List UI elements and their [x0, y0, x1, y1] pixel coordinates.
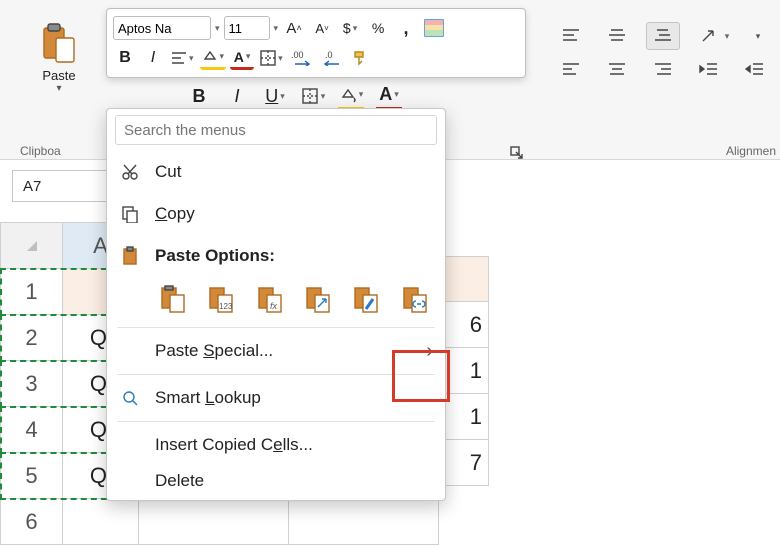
increase-decimal-button[interactable]: .00 — [289, 46, 315, 70]
scissors-icon — [119, 163, 141, 181]
font-color-button-ribbon[interactable]: A▾ — [376, 82, 402, 110]
select-all-corner[interactable] — [1, 223, 63, 269]
underline-button-ribbon[interactable]: U▾ — [262, 82, 288, 110]
align-button[interactable]: ▾ — [169, 46, 196, 70]
paste-option-formatting[interactable] — [348, 281, 384, 317]
clipboard-icon — [119, 246, 141, 266]
alignment-group: ▾ ▾ — [554, 22, 772, 84]
row-header-2[interactable]: 2 — [1, 315, 63, 361]
font-name-combo[interactable] — [113, 16, 211, 40]
align-bottom-button[interactable] — [646, 22, 680, 50]
copy-icon — [119, 205, 141, 223]
cell-E6[interactable] — [289, 499, 439, 545]
name-box-value: A7 — [13, 178, 51, 195]
bold-button[interactable]: B — [113, 46, 137, 70]
grow-font-button[interactable]: A˄ — [282, 16, 306, 40]
menu-search-input[interactable] — [115, 115, 437, 145]
italic-button-ribbon[interactable]: I — [224, 82, 250, 110]
row-header-6[interactable]: 6 — [1, 499, 63, 545]
decrease-decimal-button[interactable]: .0 — [319, 46, 345, 70]
align-center-button[interactable] — [600, 56, 634, 84]
cell-A6[interactable] — [63, 499, 139, 545]
paste-option-paste[interactable] — [155, 281, 191, 317]
paste-option-link[interactable] — [397, 281, 433, 317]
paste-option-transpose[interactable] — [300, 281, 336, 317]
italic-button[interactable]: I — [141, 46, 165, 70]
svg-text:123: 123 — [219, 302, 233, 311]
paste-caret[interactable]: ▾ — [22, 83, 96, 94]
decrease-indent-button[interactable] — [692, 56, 726, 84]
comma-format-button[interactable]: , — [394, 16, 418, 40]
orientation-button[interactable]: ▾ — [692, 22, 736, 50]
align-top-button[interactable] — [554, 22, 588, 50]
context-menu: Cut Copy Paste Options: 123 fx Paste Spe… — [106, 108, 446, 501]
svg-text:fx: fx — [270, 301, 278, 311]
align-middle-button[interactable] — [600, 22, 634, 50]
row-header-1[interactable]: 1 — [1, 269, 63, 315]
callout-highlight — [392, 350, 450, 402]
format-painter-button[interactable] — [349, 46, 373, 70]
font-buttons-row: B I U▾ ▾ ▾ A▾ — [186, 82, 402, 110]
wrap-text-button[interactable]: ▾ — [748, 22, 768, 50]
cell-D6[interactable] — [139, 499, 289, 545]
align-right-button[interactable] — [646, 56, 680, 84]
col-c-fragment: 6 1 1 7 — [446, 256, 489, 486]
svg-text:.0: .0 — [325, 50, 333, 60]
paste-option-formulas[interactable]: fx — [252, 281, 288, 317]
font-size-combo[interactable] — [224, 16, 270, 40]
paste-icon — [22, 22, 96, 66]
fill-color-button-ribbon[interactable]: ▾ — [338, 82, 364, 110]
mini-toolbar: ▾ ▾ A˄ A˅ $▾ % , B I ▾ ▾ A▾ ▾ .00 .0 — [106, 8, 526, 78]
borders-button[interactable]: ▾ — [258, 46, 285, 70]
menu-delete[interactable]: Delete — [107, 466, 445, 496]
paste-label: Paste — [22, 68, 96, 83]
svg-text:.00: .00 — [291, 50, 304, 60]
menu-insert-copied-cells[interactable]: Insert Copied Cells... — [107, 424, 445, 466]
menu-search[interactable] — [115, 115, 437, 145]
row-header-3[interactable]: 3 — [1, 361, 63, 407]
percent-format-button[interactable]: % — [366, 16, 390, 40]
increase-indent-button[interactable] — [738, 56, 772, 84]
paste-options-row: 123 fx — [107, 277, 445, 325]
shrink-font-button[interactable]: A˅ — [310, 16, 334, 40]
row-header-5[interactable]: 5 — [1, 453, 63, 499]
menu-paste-options-label: Paste Options: — [107, 235, 445, 277]
alignment-group-label: Alignmen — [726, 144, 776, 158]
font-color-button[interactable]: A▾ — [230, 46, 254, 70]
paste-option-values[interactable]: 123 — [203, 281, 239, 317]
font-dialog-launcher[interactable] — [510, 146, 524, 163]
accounting-format-button[interactable]: $▾ — [338, 16, 362, 40]
align-left-button[interactable] — [554, 56, 588, 84]
bold-button-ribbon[interactable]: B — [186, 82, 212, 110]
menu-cut[interactable]: Cut — [107, 151, 445, 193]
fill-color-button[interactable]: ▾ — [200, 46, 227, 70]
row-header-4[interactable]: 4 — [1, 407, 63, 453]
clipboard-group-label: Clipboa — [20, 144, 61, 158]
menu-copy[interactable]: Copy — [107, 193, 445, 235]
paste-group[interactable]: Paste ▾ — [22, 22, 96, 94]
borders-button-ribbon[interactable]: ▾ — [300, 82, 326, 110]
conditional-format-button[interactable] — [422, 16, 446, 40]
search-icon — [119, 389, 141, 407]
